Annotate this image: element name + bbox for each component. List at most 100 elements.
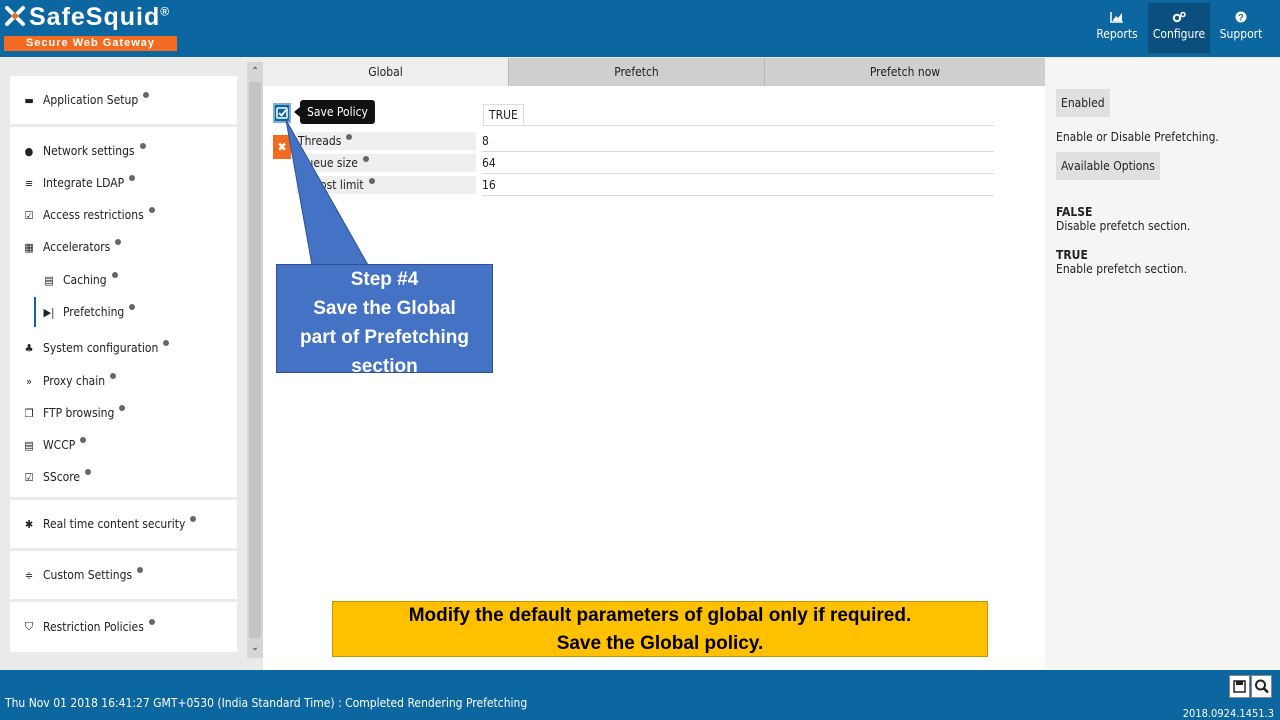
option-false: FALSE Disable prefetch section.	[1056, 205, 1190, 233]
host-limit-value[interactable]: 16	[482, 174, 994, 196]
sidebar-item-label: System configuration	[43, 341, 159, 355]
callout-line: Save the Global	[313, 298, 456, 319]
option-name: FALSE	[1056, 205, 1093, 219]
help-description: Enable or Disable Prefetching.	[1056, 130, 1219, 144]
save-icon[interactable]	[1229, 675, 1250, 698]
option-desc: Enable prefetch section.	[1056, 262, 1188, 276]
sidebar-item-custom-settings[interactable]: ≑ Custom Settings	[10, 551, 237, 599]
info-dot-icon	[115, 239, 122, 245]
chart-icon	[1110, 12, 1123, 23]
drive-icon: ▬	[24, 93, 34, 107]
sidebar-section-realtime: ✱ Real time content security	[10, 500, 237, 548]
sidebar-section-settings: ● Network settings ≡ Integrate LDAP ☑ Ac…	[10, 127, 237, 497]
sidebar-item-wccp[interactable]: ▤ WCCP	[10, 429, 237, 461]
sidebar-item-label: Network settings	[43, 144, 135, 158]
info-dot-icon	[368, 178, 375, 184]
enabled-button[interactable]: Enabled	[1056, 89, 1110, 117]
sliders-icon: ≑	[24, 568, 34, 582]
search-icon[interactable]	[1251, 675, 1272, 698]
info-dot-icon	[148, 619, 155, 625]
sidebar-item-restriction-policies[interactable]: ⛉ Restriction Policies	[10, 602, 237, 652]
sidebar-item-network-settings[interactable]: ● Network settings	[10, 135, 237, 167]
list-icon: ≡	[24, 176, 34, 190]
svg-text:?: ?	[1238, 13, 1244, 23]
sidebar-item-access-restrictions[interactable]: ☑ Access restrictions	[10, 199, 237, 231]
scroll-thumb[interactable]	[249, 82, 261, 638]
tab-prefetch-now[interactable]: Prefetch now	[765, 58, 1045, 86]
option-true: TRUE Enable prefetch section.	[1056, 248, 1187, 276]
scroll-up-icon[interactable]: ⌃	[247, 64, 263, 80]
nav-label: Configure	[1152, 27, 1206, 41]
info-dot-icon	[148, 207, 155, 213]
field-row-threads: Threads 8	[263, 132, 995, 154]
sidebar: ▬ Application Setup ● Network settings ≡…	[10, 76, 237, 656]
sidebar-item-label: Caching	[63, 273, 107, 287]
option-name: TRUE	[1056, 248, 1088, 262]
sidebar-section-custom: ≑ Custom Settings	[10, 551, 237, 599]
enabled-select[interactable]: TRUE	[483, 104, 524, 126]
sidebar-section-application: ▬ Application Setup	[10, 76, 237, 124]
sidebar-item-label: Application Setup	[43, 93, 139, 107]
sidebar-item-label: WCCP	[43, 438, 76, 452]
sidebar-item-label: SScore	[43, 470, 81, 484]
nav-label: Support	[1219, 27, 1263, 41]
tab-prefetch[interactable]: Prefetch	[509, 58, 765, 86]
callout-line: part of Prefetching	[300, 327, 469, 348]
safesquid-logo[interactable]: SafeSquid® Secure Web Gateway	[4, 3, 182, 53]
tab-global[interactable]: Global	[263, 58, 509, 86]
nav-configure[interactable]: Configure	[1148, 3, 1210, 53]
sidebar-item-sscore[interactable]: ☑ SScore	[10, 461, 237, 493]
sidebar-item-proxy-chain[interactable]: » Proxy chain	[10, 365, 237, 397]
copy-icon: ❐	[24, 406, 34, 420]
info-dot-icon	[139, 143, 146, 149]
info-dot-icon	[137, 567, 144, 573]
shield-icon: ⛉	[24, 620, 34, 633]
accelerator-icon: ▦	[24, 240, 34, 254]
available-options-button[interactable]: Available Options	[1056, 152, 1160, 180]
info-dot-icon	[80, 437, 87, 443]
info-dot-icon	[110, 373, 117, 379]
help-panel: Enabled Enable or Disable Prefetching. A…	[1045, 58, 1280, 670]
threads-value[interactable]: 8	[482, 130, 994, 152]
fast-forward-icon: »	[25, 374, 33, 388]
sidebar-item-application-setup[interactable]: ▬ Application Setup	[10, 76, 237, 124]
scroll-down-icon[interactable]: ⌄	[247, 640, 263, 656]
sidebar-item-accelerators[interactable]: ▦ Accelerators	[10, 231, 237, 263]
sidebar-item-label: FTP browsing	[43, 406, 115, 420]
tab-bar: Global Prefetch Prefetch now	[263, 58, 1045, 86]
globe-icon: ●	[24, 144, 34, 158]
logo-tagline: Secure Web Gateway	[4, 36, 177, 51]
sidebar-item-real-time-content-security[interactable]: ✱ Real time content security	[10, 500, 237, 548]
server-icon: ▤	[44, 273, 54, 287]
field-row-enabled: TRUE	[263, 104, 995, 126]
step-forward-icon: ▶|	[43, 305, 55, 319]
note-line: Save the Global policy.	[556, 633, 764, 654]
nav-support[interactable]: ? Support	[1210, 3, 1272, 53]
squid-icon	[5, 6, 25, 26]
sidebar-item-system-configuration[interactable]: ♣ System configuration	[10, 331, 237, 365]
sidebar-item-integrate-ldap[interactable]: ≡ Integrate LDAP	[10, 167, 237, 199]
note-line: Modify the default parameters of global …	[408, 605, 912, 626]
field-row-queue-size: Queue size 64	[263, 154, 995, 176]
field-label: Queue size	[296, 154, 476, 172]
top-bar: SafeSquid® Secure Web Gateway Reports Co…	[0, 0, 1280, 57]
status-text: Thu Nov 01 2018 16:41:27 GMT+0530 (India…	[5, 696, 528, 710]
sidebar-item-label: Access restrictions	[43, 208, 144, 222]
logo-wordmark: SafeSquid®	[4, 3, 170, 32]
queue-size-value[interactable]: 64	[482, 152, 994, 174]
sidebar-item-label: Proxy chain	[43, 374, 106, 388]
info-dot-icon	[129, 175, 136, 181]
sidebar-scrollbar[interactable]: ⌃ ⌄	[247, 62, 263, 658]
sidebar-item-prefetching[interactable]: ▶| Prefetching	[34, 297, 237, 327]
field-label: ost limit	[296, 176, 476, 194]
sidebar-item-ftp-browsing[interactable]: ❐ FTP browsing	[10, 397, 237, 429]
version-text: 2018.0924.1451.3	[1182, 707, 1274, 720]
sidebar-item-caching[interactable]: ▤ Caching	[10, 263, 237, 297]
nav-reports[interactable]: Reports	[1086, 3, 1148, 53]
info-dot-icon	[143, 92, 150, 98]
option-desc: Disable prefetch section.	[1056, 219, 1191, 233]
sidebar-section-restriction: ⛉ Restriction Policies	[10, 602, 237, 652]
checkbox-icon: ☑	[24, 470, 34, 484]
field-row-host-limit: ost limit 16	[263, 176, 995, 198]
enabled-value[interactable]: TRUE	[482, 104, 994, 126]
